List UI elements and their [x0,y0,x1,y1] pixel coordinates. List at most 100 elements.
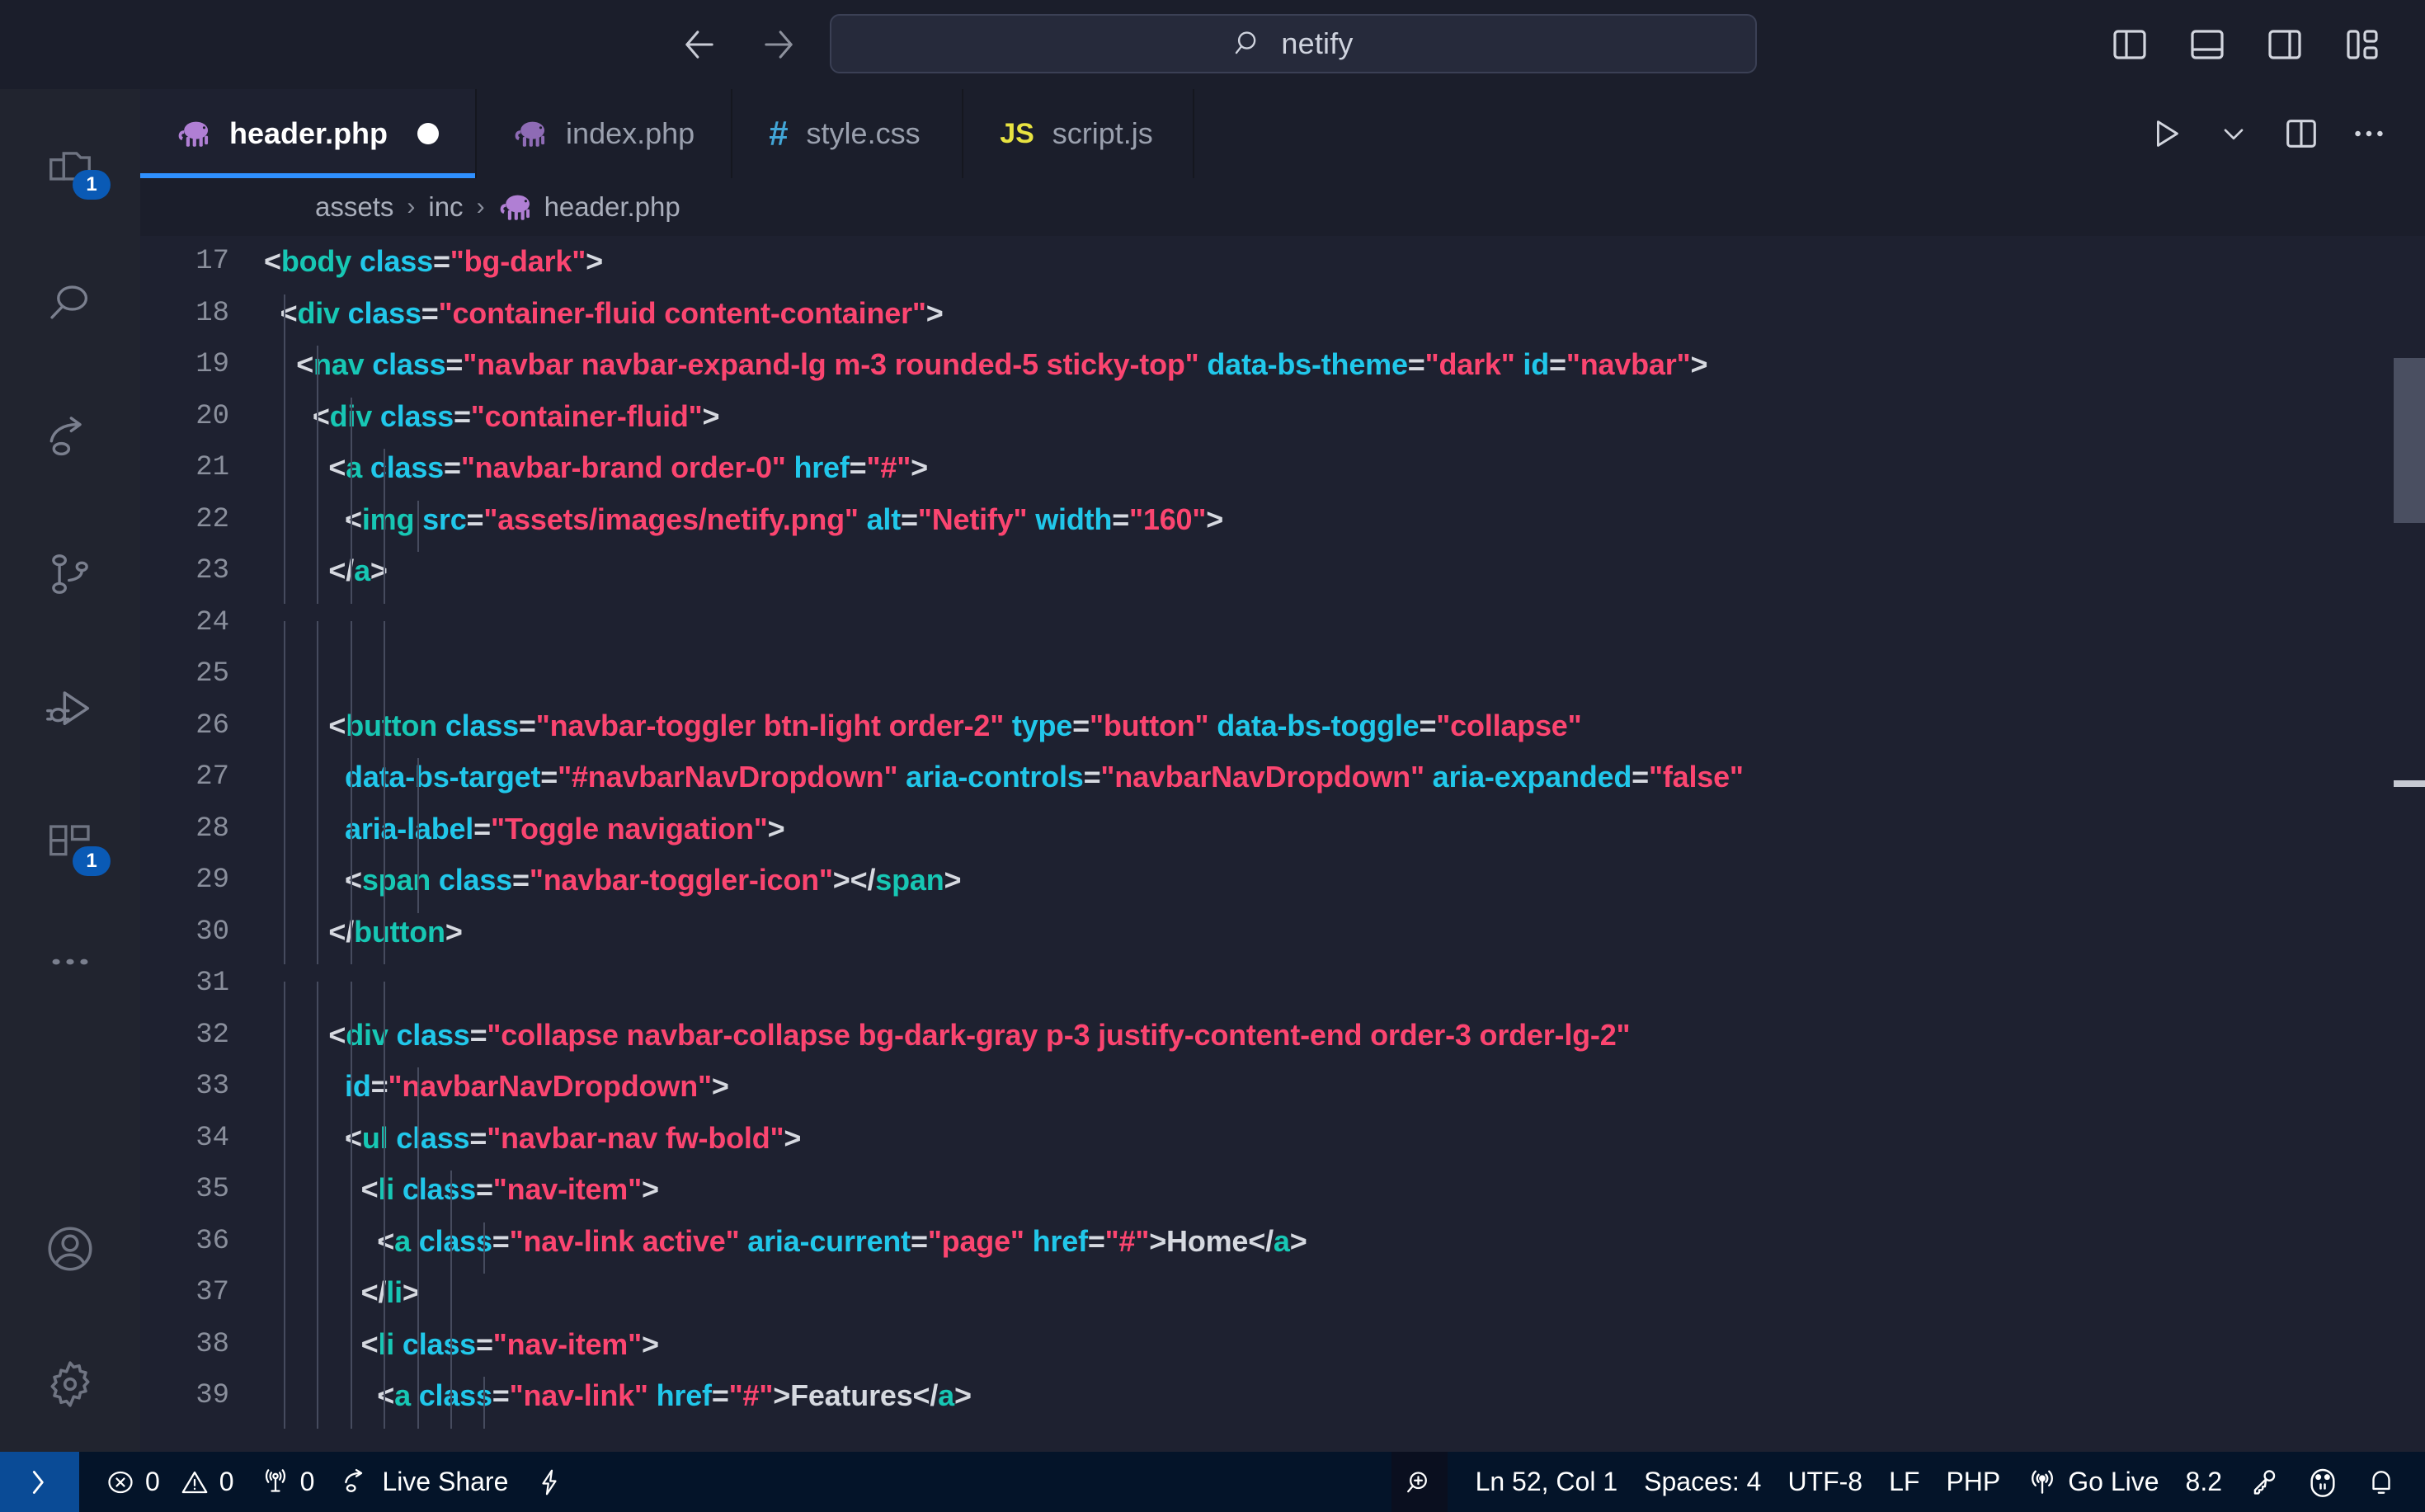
token-punct: > [954,1378,972,1413]
tab-script-js[interactable]: JS script.js [963,89,1195,178]
code-line[interactable]: 25 [140,648,2425,724]
token-punct: = [1112,502,1130,536]
forward-icon[interactable] [756,21,802,68]
toggle-panel-icon[interactable] [2182,20,2232,69]
status-indentation[interactable]: Spaces: 4 [1631,1452,1774,1512]
status-editor-position[interactable]: Ln 52, Col 1 [1462,1452,1632,1512]
code-line[interactable]: 39 <a class="nav-link" href="#">Features… [140,1370,2425,1429]
code-line[interactable]: 19 <nav class="navbar navbar-expand-lg m… [140,339,2425,398]
sidebar-item-explorer[interactable]: 1 [0,101,140,236]
code-line[interactable]: 29 <span class="navbar-toggler-icon"></s… [140,855,2425,913]
code-line[interactable]: 30 </button> [140,907,2425,965]
code-editor[interactable]: 17 <body class="bg-dark"> 18 <div class="c… [140,236,2425,1452]
status-feedback[interactable] [2293,1452,2352,1512]
token-punct: > [586,244,603,279]
line-content: </button> [264,912,2425,965]
tab-style-css[interactable]: # style.css [732,89,964,178]
status-key[interactable] [2235,1452,2293,1512]
status-go-live[interactable]: Go Live [2013,1452,2172,1512]
sidebar-item-additional-views[interactable] [0,912,140,1011]
token-str: "#" [866,450,911,485]
token-tag: button [354,914,445,949]
tab-header-php[interactable]: header.php [140,89,478,178]
status-bar-right: Ln 52, Col 1 Spaces: 4 UTF-8 LF PHP Go L… [1391,1452,2425,1512]
breadcrumb-item-inc[interactable]: inc [428,191,463,223]
status-php-version[interactable]: 8.2 [2173,1452,2235,1512]
code-line[interactable]: 33 id="navbarNavDropdown"> [140,1061,2425,1119]
split-editor-icon[interactable] [2275,107,2328,160]
status-zoom[interactable] [1391,1452,1448,1512]
code-line[interactable]: 26 <button class="navbar-toggler btn-lig… [140,700,2425,759]
status-notifications[interactable] [2352,1452,2425,1512]
code-line[interactable]: 24 [140,597,2425,673]
tab-dirty-indicator[interactable] [417,123,440,144]
customize-layout-icon[interactable] [2338,20,2387,69]
token-punct: = [910,1223,928,1258]
more-actions-icon[interactable] [2343,107,2395,160]
code-line[interactable]: 38 <li class="nav-item"> [140,1319,2425,1378]
token-str: "#" [1104,1223,1150,1258]
manage-settings-gear-icon[interactable] [0,1317,140,1452]
back-icon[interactable] [676,21,723,68]
token-punct: = [432,244,450,279]
status-zap[interactable] [521,1452,577,1512]
token-attr: class [418,1223,492,1258]
status-encoding[interactable]: UTF-8 [1774,1452,1876,1512]
code-line[interactable]: 23 </a> [140,545,2425,604]
code-line[interactable]: 22 <img src="assets/images/netify.png" a… [140,494,2425,553]
code-line[interactable]: 37 </li> [140,1267,2425,1326]
code-line[interactable]: 34 <ul class="navbar-nav fw-bold"> [140,1113,2425,1171]
sidebar-item-search[interactable] [0,236,140,371]
sidebar-item-source-control[interactable] [0,506,140,642]
breadcrumb-item-assets[interactable]: assets [315,191,393,223]
sidebar-item-run-and-debug[interactable] [0,642,140,777]
toggle-secondary-sidebar-icon[interactable] [2260,20,2310,69]
scrollbar-thumb[interactable] [2394,358,2425,523]
warning-count: 0 [219,1467,234,1496]
accounts-icon[interactable] [0,1181,140,1317]
run-icon[interactable] [2140,107,2192,160]
command-center-search[interactable]: netify [830,14,1757,73]
editor-vertical-scrollbar[interactable] [2394,236,2425,1452]
status-live-share[interactable]: Live Share [327,1452,521,1512]
code-line[interactable]: 32 <div class="collapse navbar-collapse … [140,1010,2425,1068]
code-line[interactable]: 17 <body class="bg-dark"> [140,236,2425,288]
line-number: 27 [195,761,229,794]
chevron-down-icon[interactable] [2207,107,2260,160]
code-line[interactable]: 21 <a class="navbar-brand order-0" href=… [140,442,2425,501]
toggle-primary-sidebar-icon[interactable] [2105,20,2154,69]
status-problems[interactable]: 0 0 [92,1452,247,1512]
token-tag: a [346,450,363,485]
status-language-mode[interactable]: PHP [1933,1452,2013,1512]
vscode-window: netify 1 1 header.php index.php # style.… [0,0,2425,1512]
status-ports[interactable]: 0 [247,1452,328,1512]
token-str: "container-fluid" [470,398,703,433]
token-tag: li [378,1172,395,1207]
token-attr: data-bs-toggle [1217,708,1420,742]
workbench-body: 1 1 header.php index.php # style.css JS … [0,89,2425,1452]
status-eol[interactable]: LF [1876,1452,1933,1512]
code-line[interactable]: 36 <a class="nav-link active" aria-curre… [140,1216,2425,1274]
remote-window-indicator[interactable] [0,1452,79,1512]
token-attr: alt [866,502,902,536]
sidebar-item-live-share[interactable] [0,371,140,506]
php-elephant-icon [498,193,533,221]
token-str: "Toggle navigation" [490,811,768,845]
breadcrumb-item-file[interactable]: header.php [498,191,680,223]
line-content: <a class="nav-link active" aria-current=… [264,1222,2425,1274]
code-line[interactable]: 27 data-bs-target="#navbarNavDropdown" a… [140,751,2425,810]
token-attr: class [370,450,444,485]
token-attr: class [396,1017,470,1052]
code-line[interactable]: 18 <div class="container-fluid content-c… [140,288,2425,346]
code-line[interactable]: 28 aria-label="Toggle navigation"> [140,803,2425,862]
code-line[interactable]: 31 [140,958,2425,1034]
token-punct: = [473,811,491,845]
token-tag: span [875,863,944,897]
tab-index-php[interactable]: index.php [477,89,733,178]
sidebar-item-extensions[interactable]: 1 [0,777,140,912]
code-line[interactable]: 35 <li class="nav-item"> [140,1164,2425,1222]
code-line[interactable]: 20 <div class="container-fluid"> [140,391,2425,450]
token-tag: div [297,295,340,330]
